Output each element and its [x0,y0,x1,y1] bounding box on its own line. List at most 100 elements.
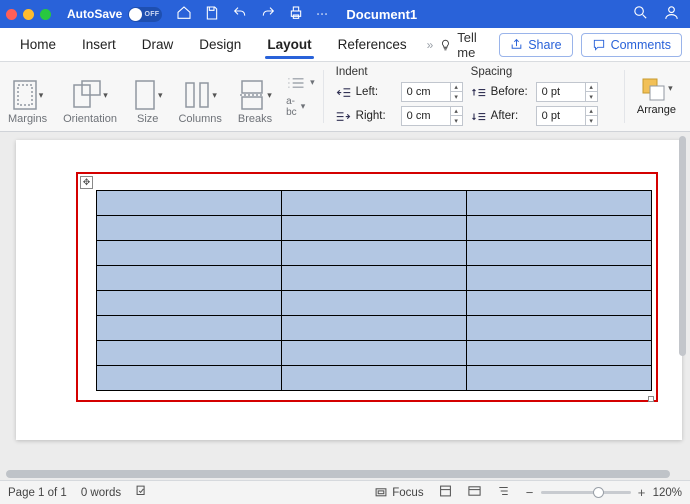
stepper-down-icon[interactable]: ▾ [586,92,597,101]
table-cell[interactable] [282,341,467,366]
tab-insert[interactable]: Insert [70,31,128,58]
table-move-handle-icon[interactable]: ✥ [80,176,93,189]
table-cell[interactable] [97,191,282,216]
table-cell[interactable] [97,216,282,241]
minimize-window-dot[interactable] [23,9,34,20]
table-cell[interactable] [282,266,467,291]
spacing-before-input[interactable]: 0 pt ▴▾ [536,82,598,102]
status-word-count[interactable]: 0 words [81,487,121,499]
table-cell[interactable] [467,341,652,366]
view-buttons [438,484,511,501]
scrollbar-thumb[interactable] [6,470,670,478]
table-cell[interactable] [467,241,652,266]
table-cell[interactable] [97,316,282,341]
scrollbar-thumb[interactable] [679,136,686,356]
table-cell[interactable] [282,191,467,216]
stepper-up-icon[interactable]: ▴ [451,83,462,92]
web-layout-view-icon[interactable] [467,484,482,501]
autosave-pill[interactable]: OFF [128,7,162,22]
close-window-dot[interactable] [6,9,17,20]
table-cell[interactable] [467,266,652,291]
table-row[interactable] [97,266,652,291]
spellcheck-icon[interactable] [135,484,149,501]
page[interactable]: ✥ [16,140,682,440]
focus-mode-button[interactable]: Focus [374,486,423,500]
hyphenation-button[interactable]: a-bc ▾ [286,96,315,118]
outline-view-icon[interactable] [496,484,511,501]
tabs-overflow-icon[interactable]: » [427,38,434,52]
table-cell[interactable] [467,316,652,341]
document-canvas[interactable]: ✥ [0,132,690,476]
account-icon[interactable] [663,4,680,24]
table-cell[interactable] [282,316,467,341]
stepper-down-icon[interactable]: ▾ [451,116,462,125]
table-row[interactable] [97,191,652,216]
table-cell[interactable] [97,266,282,291]
indent-right-input[interactable]: 0 cm ▴▾ [401,106,463,126]
table-cell[interactable] [467,216,652,241]
redo-icon[interactable] [260,5,276,24]
print-icon[interactable] [288,5,304,24]
search-icon[interactable] [632,4,649,24]
tab-references[interactable]: References [326,31,419,58]
tab-draw[interactable]: Draw [130,31,186,58]
tab-design[interactable]: Design [187,31,253,58]
document-table[interactable] [96,190,652,391]
stepper-up-icon[interactable]: ▴ [586,107,597,116]
margins-button[interactable]: ▾ Margins [0,62,55,131]
stepper-down-icon[interactable]: ▾ [451,92,462,101]
table-cell[interactable] [282,366,467,391]
line-numbers-button[interactable]: ▾ [286,76,315,90]
indent-left-input[interactable]: 0 cm ▴▾ [401,82,463,102]
table-cell[interactable] [467,191,652,216]
table-cell[interactable] [467,291,652,316]
table-cell[interactable] [282,241,467,266]
table-row[interactable] [97,216,652,241]
table-row[interactable] [97,316,652,341]
stepper-up-icon[interactable]: ▴ [451,107,462,116]
spacing-after-input[interactable]: 0 pt ▴▾ [536,106,598,126]
undo-icon[interactable] [232,5,248,24]
zoom-out-button[interactable]: − [525,485,535,500]
status-page[interactable]: Page 1 of 1 [8,487,67,499]
table-row[interactable] [97,241,652,266]
table-cell[interactable] [467,366,652,391]
table-cell[interactable] [97,341,282,366]
zoom-slider-knob[interactable] [593,487,604,498]
zoom-slider[interactable] [541,491,631,494]
table-row[interactable] [97,366,652,391]
tab-home[interactable]: Home [8,31,68,58]
table-resize-handle-icon[interactable] [648,396,654,402]
size-button[interactable]: ▾ Size [125,62,171,131]
zoom-window-dot[interactable] [40,9,51,20]
spacing-after-row: After: 0 pt ▴▾ [471,106,598,126]
table-cell[interactable] [97,366,282,391]
save-icon[interactable] [204,5,220,24]
share-button[interactable]: Share [499,33,572,57]
home-icon[interactable] [176,5,192,24]
breaks-label: Breaks [238,113,272,125]
columns-button[interactable]: ▾ Columns [170,62,229,131]
orientation-button[interactable]: ▾ Orientation [55,62,125,131]
table-row[interactable] [97,291,652,316]
tell-me-search[interactable]: Tell me [439,30,495,60]
table-cell[interactable] [282,216,467,241]
arrange-button[interactable]: ▾ Arrange [627,62,690,131]
stepper-up-icon[interactable]: ▴ [586,83,597,92]
comments-button[interactable]: Comments [581,33,682,57]
spacing-before-row: Before: 0 pt ▴▾ [471,82,598,102]
table-cell[interactable] [97,241,282,266]
table-cell[interactable] [282,291,467,316]
table-cell[interactable] [97,291,282,316]
breaks-button[interactable]: ▾ Breaks [230,62,280,131]
autosave-toggle[interactable]: AutoSave OFF [67,7,162,22]
table-row[interactable] [97,341,652,366]
overflow-icon[interactable]: ··· [316,7,328,21]
stepper-down-icon[interactable]: ▾ [586,116,597,125]
zoom-value[interactable]: 120% [653,487,682,499]
zoom-in-button[interactable]: + [637,485,647,500]
tab-layout[interactable]: Layout [255,31,323,58]
horizontal-scrollbar[interactable] [6,470,670,478]
print-layout-view-icon[interactable] [438,484,453,501]
vertical-scrollbar[interactable] [677,136,688,472]
